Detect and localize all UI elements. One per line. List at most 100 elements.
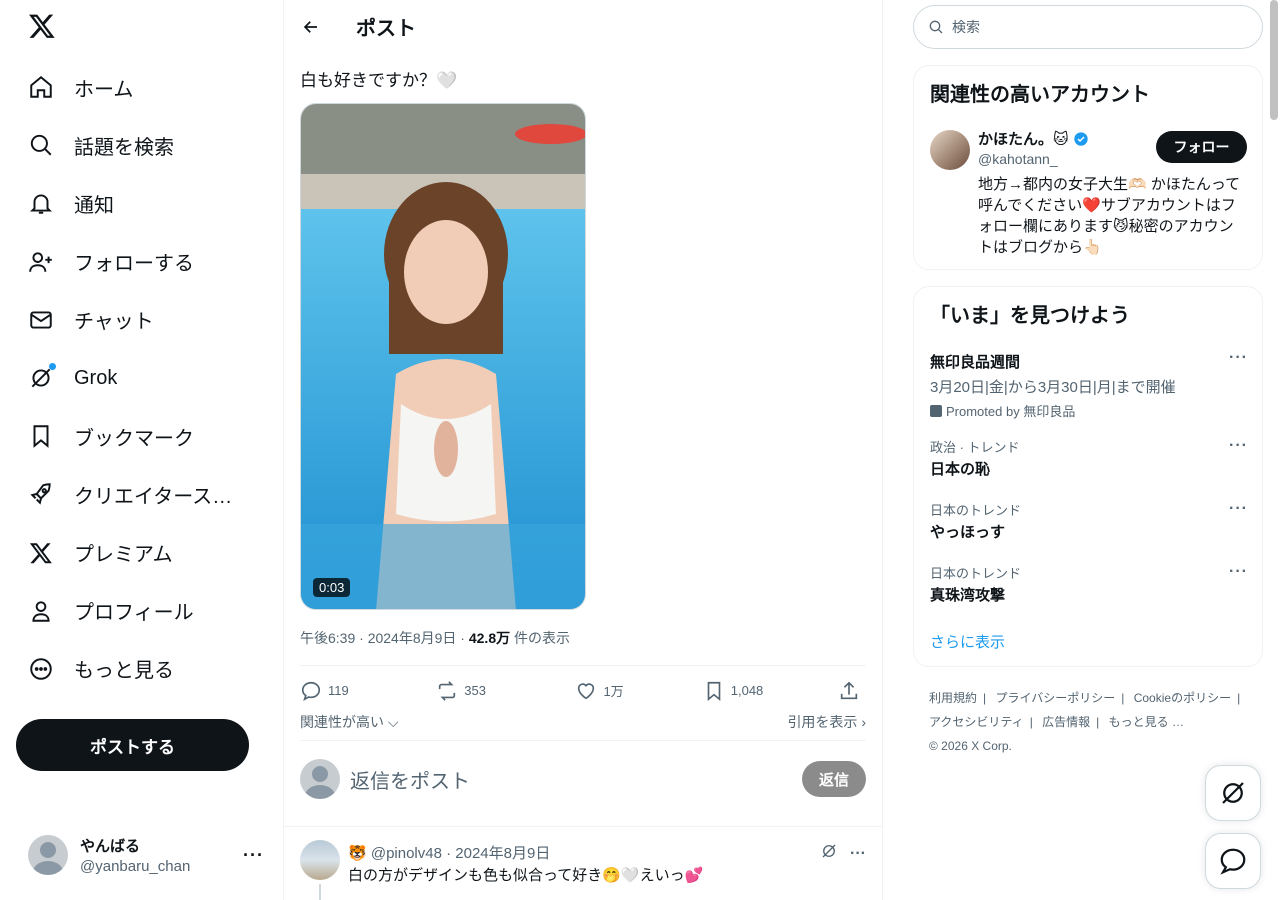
back-arrow-icon[interactable] [300,16,322,38]
nav-item-explore[interactable]: 話題を検索 [16,116,249,174]
trend-item[interactable]: 日本のトレンド 真珠湾攻撃 ··· [930,563,1248,605]
account-name-row[interactable]: かほたん。🐱 [978,128,1089,149]
footer-link[interactable]: もっと見る … [1109,715,1184,729]
trend-item[interactable]: 無印良品週間 3月20日|金|から3月30日|月|まで開催 Promoted b… [930,349,1248,420]
nav-item-more[interactable]: もっと見る [16,640,249,698]
trend-context: 日本のトレンド [930,566,1022,581]
trend-item[interactable]: 日本のトレンド やっほっす ··· [930,500,1248,542]
nav-label: Grok [74,366,118,389]
nav-item-grok[interactable]: Grok [16,349,249,407]
footer-link[interactable]: Cookieのポリシー [1134,691,1231,705]
person-icon [28,598,54,624]
chat-bubble-icon [1220,848,1246,875]
nav-item-home[interactable]: ホーム [16,58,249,116]
chevron-down-icon: ⌵ [387,714,399,730]
bell-icon [28,190,54,216]
footer-link[interactable]: プライバシーポリシー [995,691,1115,705]
nav-label: ホーム [74,78,134,101]
avatar [300,840,340,880]
search-icon [929,20,943,34]
divider [284,826,883,827]
show-more-link[interactable]: さらに表示 [930,631,1005,652]
avatar[interactable] [930,130,970,170]
view-count: 42.8万 [468,630,511,646]
like-button[interactable]: 1万 [575,680,702,702]
more-icon[interactable]: ··· [1229,563,1248,581]
trend-name: 無印良品週間 [930,354,1021,371]
tweet-actions: 119 353 1万 1,048 [300,665,866,715]
grok-icon [28,363,56,391]
person-add-icon [28,249,54,275]
nav-item-creator-studio[interactable]: クリエイタースタ… [16,465,249,523]
view-quotes-link[interactable]: 引用を表示 › [787,712,866,732]
trends-card: 「いま」を見つけよう 無印良品週間 3月20日|金|から3月30日|月|まで開催… [913,286,1263,667]
more-icon[interactable]: ··· [850,845,866,863]
home-icon [28,74,54,100]
reply-button[interactable]: 119 [300,680,436,702]
nav-item-follow[interactable]: フォローする [16,233,249,291]
reply-header: 🐯 @pinolv48 · 2024年8月9日 [348,845,551,862]
footer-link[interactable]: 広告情報 [1042,715,1090,729]
nav-item-chat[interactable]: チャット [16,291,249,349]
related-accounts-card: 関連性の高いアカウント かほたん。🐱 @kahotann_ フォロー 地方→都内… [913,65,1263,270]
account-handle: @yanbaru_chan [80,858,191,875]
account-bio: 地方→都内の女子大生🫶🏻 かほたんって呼んでください❤️サブアカウントはフォロー… [978,176,1241,256]
tweet-timestamp: 午後6:39 · 2024年8月9日 · [300,630,469,646]
search-icon [28,132,54,158]
search-placeholder: 検索 [952,19,980,35]
card-title: 関連性の高いアカウント [930,84,1150,106]
share-icon [840,681,858,699]
x-logo-icon[interactable] [28,12,56,42]
promoted-label: Promoted by 無印良品 [930,401,1248,420]
retweet-icon [439,680,456,701]
retweet-count: 353 [464,683,486,698]
trend-subtitle: 3月20日|金|から3月30日|月|まで開催 [930,379,1176,396]
reply-submit-button[interactable]: 返信 [802,761,866,797]
video-thumbnail [301,104,585,609]
grok-icon[interactable] [820,842,838,865]
nav-item-notifications[interactable]: 通知 [16,174,249,232]
nav-label: チャット [74,311,154,334]
more-icon[interactable]: ··· [1229,349,1248,367]
trend-item[interactable]: 政治 · トレンド 日本の恥 ··· [930,437,1248,479]
footer-link[interactable]: アクセシビリティ [929,715,1024,729]
like-count: 1万 [603,684,624,699]
post-button[interactable]: ポストする [16,719,249,771]
more-icon[interactable]: ··· [243,845,264,866]
heart-icon [578,682,595,699]
mail-icon [28,307,54,333]
reply-icon [301,681,321,701]
main-nav: ホーム 話題を検索 通知 フォローする チャット Grok ブックマーク クリエ… [16,58,249,698]
account-name: やんばる [80,838,141,855]
bookmark-icon [28,423,54,449]
follow-button[interactable]: フォロー [1156,131,1247,163]
footer-link[interactable]: 利用規約 [929,691,977,705]
nav-label: フォローする [74,253,194,276]
search-input[interactable]: 検索 [913,5,1263,49]
account-switcher[interactable]: やんばる @yanbaru_chan ··· [16,826,272,884]
more-icon[interactable]: ··· [1229,437,1248,455]
tweet-video[interactable]: 0:03 [300,103,586,610]
bookmark-button[interactable]: 1,048 [703,680,838,702]
share-button[interactable] [838,680,866,702]
retweet-button[interactable]: 353 [436,680,575,702]
bookmark-icon [707,681,721,701]
grok-fab-button[interactable] [1205,765,1261,821]
top-bar: ポスト [284,0,882,53]
view-suffix: 件の表示 [510,630,570,646]
sort-label: 関連性が高い [300,714,384,730]
reply-count: 119 [328,683,349,698]
nav-item-bookmarks[interactable]: ブックマーク [16,407,249,465]
reply-input[interactable]: 返信をポスト [350,765,802,794]
chat-fab-button[interactable] [1205,833,1261,889]
more-icon[interactable]: ··· [1229,500,1248,518]
notification-dot [49,363,56,371]
nav-item-profile[interactable]: プロフィール [16,582,249,640]
trend-name: 日本の恥 [930,461,991,478]
nav-label: 通知 [74,194,114,217]
scrollbar[interactable] [1270,0,1278,120]
page-title: ポスト [356,18,416,40]
nav-item-premium[interactable]: プレミアム [16,524,249,582]
x-logo-icon [28,540,54,566]
sort-dropdown[interactable]: 関連性が高い ⌵ [300,712,399,732]
